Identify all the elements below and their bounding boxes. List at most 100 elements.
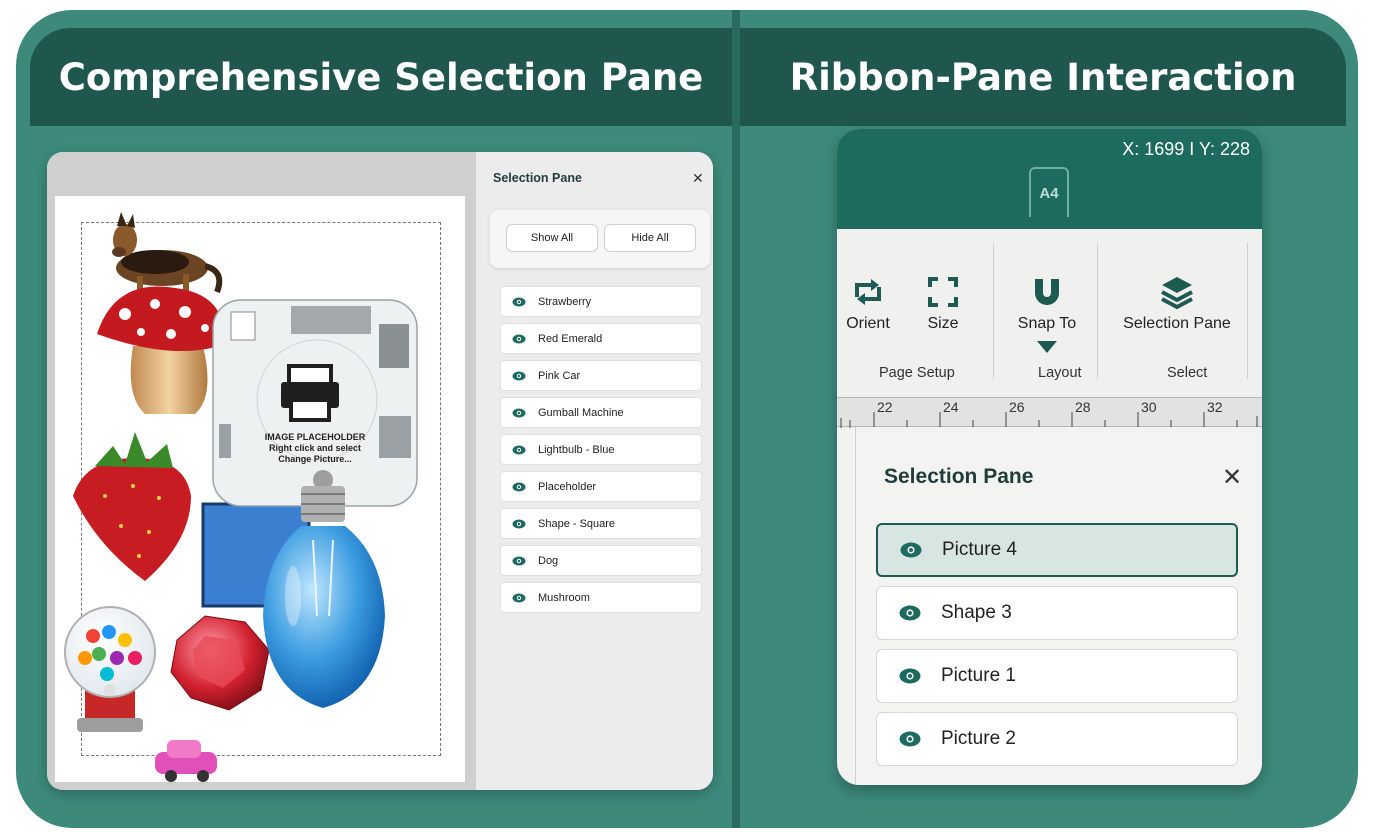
eye-icon[interactable] xyxy=(899,731,921,747)
eye-icon[interactable] xyxy=(512,593,526,603)
visibility-button-group: Show All Hide All xyxy=(490,210,710,268)
red-emerald-image[interactable] xyxy=(170,615,270,711)
publisher-window-left: IMAGE PLACEHOLDER Right click and select… xyxy=(47,152,713,790)
layer-label: Red Emerald xyxy=(538,332,603,345)
page-objects xyxy=(64,212,418,782)
selection-pane-left: Selection Pane ✕ Show All Hide All Straw… xyxy=(475,152,713,790)
layer-label: Picture 1 xyxy=(941,665,1016,686)
ribbon: Orient Size Snap To Selection Pane Page … xyxy=(837,229,1262,397)
layer-item-placeholder[interactable]: Placeholder xyxy=(500,471,702,502)
infographic-frame: Comprehensive Selection Pane Ribbon-Pane… xyxy=(16,10,1358,828)
eye-icon[interactable] xyxy=(900,542,922,558)
layer-item-picture-1[interactable]: Picture 1 xyxy=(876,649,1238,703)
layer-label: Dog xyxy=(538,554,559,567)
selection-pane-right: Selection Pane ✕ Picture 4 Shape 3 Pictu… xyxy=(855,427,1262,785)
eye-icon[interactable] xyxy=(512,371,526,381)
eye-icon[interactable] xyxy=(899,605,921,621)
layer-item-mushroom[interactable]: Mushroom xyxy=(500,582,702,613)
layer-item-shape-square[interactable]: Shape - Square xyxy=(500,508,702,539)
mushroom-image[interactable] xyxy=(97,286,226,414)
placeholder-line-1: IMAGE PLACEHOLDER xyxy=(264,432,366,442)
ruler-label: 30 xyxy=(1141,399,1157,415)
pink-car-image[interactable] xyxy=(155,740,217,782)
size-label: Size xyxy=(927,315,959,332)
ruler-label: 28 xyxy=(1075,399,1091,415)
layer-label: Pink Car xyxy=(538,369,581,382)
document-canvas: IMAGE PLACEHOLDER Right click and select… xyxy=(47,152,475,790)
ribbon-separator xyxy=(1247,243,1248,379)
placeholder-line-3: Change Picture... xyxy=(278,454,352,464)
layer-item-picture-4[interactable]: Picture 4 xyxy=(876,523,1238,577)
layer-label: Shape 3 xyxy=(941,602,1012,623)
layers-icon xyxy=(1161,277,1193,310)
eye-icon[interactable] xyxy=(512,445,526,455)
eye-icon[interactable] xyxy=(512,334,526,344)
ruler-ticks xyxy=(840,412,1258,428)
layer-label: Mushroom xyxy=(538,591,590,604)
eye-icon[interactable] xyxy=(899,668,921,684)
layer-item-pink-car[interactable]: Pink Car xyxy=(500,360,702,391)
ribbon-separator xyxy=(993,243,994,379)
eye-icon[interactable] xyxy=(512,408,526,418)
horizontal-ruler[interactable]: 22 24 26 28 30 32 xyxy=(837,397,1262,428)
dropdown-arrow-icon[interactable] xyxy=(1037,341,1057,353)
left-panel-title: Comprehensive Selection Pane xyxy=(30,28,732,126)
snap-to-label: Snap To xyxy=(1017,315,1077,332)
ruler-label: 22 xyxy=(877,399,893,415)
close-icon[interactable]: ✕ xyxy=(692,170,704,187)
eye-icon[interactable] xyxy=(512,297,526,307)
layer-label: Shape - Square xyxy=(538,517,616,530)
printer-icon xyxy=(281,364,339,422)
selection-pane-button[interactable]: Selection Pane xyxy=(1121,273,1233,333)
show-all-button[interactable]: Show All xyxy=(506,224,598,252)
layer-label: Strawberry xyxy=(538,295,592,308)
layer-item-shape-3[interactable]: Shape 3 xyxy=(876,586,1238,640)
layer-item-dog[interactable]: Dog xyxy=(500,545,702,576)
magnet-icon xyxy=(1035,279,1059,305)
placeholder-caption: IMAGE PLACEHOLDER Right click and select… xyxy=(213,432,417,465)
selection-pane-title: Selection Pane xyxy=(884,465,1034,488)
snap-to-button[interactable]: Snap To xyxy=(1017,273,1077,353)
publisher-window-right: X: 1699 I Y: 228 A4 Orient Size Snap To … xyxy=(837,129,1262,785)
ribbon-separator xyxy=(1097,243,1098,379)
group-label-select: Select xyxy=(1167,365,1208,381)
placeholder-line-2: Right click and select xyxy=(268,443,362,453)
selection-pane-title: Selection Pane xyxy=(493,171,582,185)
layer-label: Picture 2 xyxy=(941,728,1016,749)
ruler-label: 26 xyxy=(1009,399,1025,415)
gumball-machine-image[interactable] xyxy=(64,606,156,732)
group-label-layout: Layout xyxy=(1038,365,1082,381)
layer-item-lightbulb-blue[interactable]: Lightbulb - Blue xyxy=(500,434,702,465)
eye-icon[interactable] xyxy=(512,482,526,492)
panel-divider xyxy=(732,10,740,828)
hide-all-button[interactable]: Hide All xyxy=(604,224,696,252)
strawberry-image[interactable] xyxy=(73,432,191,581)
layer-item-picture-2[interactable]: Picture 2 xyxy=(876,712,1238,766)
ruler-label: 32 xyxy=(1207,399,1223,415)
group-label-page-setup: Page Setup xyxy=(879,365,955,381)
page-tab-a4[interactable]: A4 xyxy=(1029,167,1069,217)
layer-label: Placeholder xyxy=(538,480,597,493)
eye-icon[interactable] xyxy=(512,556,526,566)
layer-list: Strawberry Red Emerald Pink Car Gumball … xyxy=(500,286,702,619)
window-titlebar: X: 1699 I Y: 228 A4 xyxy=(837,129,1262,229)
layer-item-strawberry[interactable]: Strawberry xyxy=(500,286,702,317)
document-page: IMAGE PLACEHOLDER Right click and select… xyxy=(55,196,465,782)
close-icon[interactable]: ✕ xyxy=(1222,463,1242,492)
right-panel-title: Ribbon-Pane Interaction xyxy=(740,28,1346,126)
layer-label: Lightbulb - Blue xyxy=(538,443,615,456)
orient-label: Orient xyxy=(846,315,890,332)
layer-list: Picture 4 Shape 3 Picture 1 Picture 2 xyxy=(876,523,1238,775)
layer-item-gumball-machine[interactable]: Gumball Machine xyxy=(500,397,702,428)
orient-button[interactable]: Orient xyxy=(845,273,891,333)
layer-item-red-emerald[interactable]: Red Emerald xyxy=(500,323,702,354)
selection-pane-label: Selection Pane xyxy=(1123,315,1231,332)
dog-image[interactable] xyxy=(112,212,223,298)
expand-icon xyxy=(928,277,958,307)
size-button[interactable]: Size xyxy=(923,273,963,333)
ruler-label: 24 xyxy=(943,399,959,415)
layer-label: Picture 4 xyxy=(942,539,1017,560)
cursor-coordinates: X: 1699 I Y: 228 xyxy=(1122,139,1250,159)
eye-icon[interactable] xyxy=(512,519,526,529)
rotate-icon xyxy=(855,279,881,305)
